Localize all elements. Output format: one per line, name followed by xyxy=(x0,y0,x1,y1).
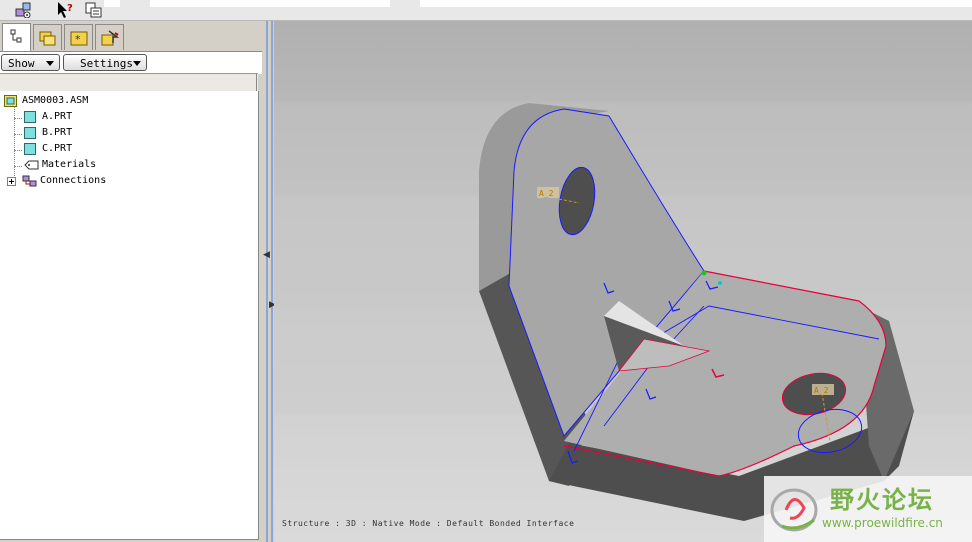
tree-item-label: Connections xyxy=(40,175,107,186)
favorites-icon: * xyxy=(70,31,88,46)
show-dropdown-button[interactable]: Show xyxy=(1,54,60,71)
svg-text:*: * xyxy=(75,33,81,46)
settings-dropdown-button[interactable]: Settings xyxy=(63,54,147,71)
tab-folder-browser[interactable] xyxy=(33,24,62,50)
folder-browser-icon xyxy=(39,31,56,46)
axis-label-2: A_2 xyxy=(814,386,829,395)
model-tree-settings-icon[interactable] xyxy=(84,1,102,18)
axis-label-1: A_2 xyxy=(539,189,554,198)
watermark-logo-icon xyxy=(770,488,818,532)
graphics-viewport[interactable]: A_2 A_2 Structure : 3D : Native Mode : D… xyxy=(274,21,972,542)
materials-tag-icon xyxy=(24,160,39,170)
splitter-line xyxy=(271,21,273,542)
toolbar-blank xyxy=(420,0,972,7)
tree-item-label: ASM0003.ASM xyxy=(22,95,89,106)
svg-text:?: ? xyxy=(67,3,73,14)
assembly-model-view[interactable]: A_2 A_2 xyxy=(274,21,972,542)
model-tree: ASM0003.ASM A.PRT B.PRT C.PRT Materials … xyxy=(0,91,259,540)
model-tree-icon xyxy=(10,29,22,43)
tree-connector xyxy=(14,166,22,167)
tree-column-header[interactable] xyxy=(0,73,258,92)
csys-axis xyxy=(718,281,722,285)
splitter-line xyxy=(266,21,268,542)
status-text: Structure : 3D : Native Mode : Default B… xyxy=(282,519,575,528)
watermark: 野火论坛 www.proewildfire.cn xyxy=(764,476,972,542)
navigator-panel: * Show Settings ASM0003.ASM A.PRT B.PRT … xyxy=(0,21,262,542)
collapse-left-icon[interactable]: ◀ xyxy=(263,250,270,260)
component-display-icon[interactable] xyxy=(14,1,32,18)
tree-item-label: B.PRT xyxy=(42,127,73,138)
tree-item-label: Materials xyxy=(42,159,97,170)
part-icon xyxy=(24,111,36,123)
tab-model-tree[interactable] xyxy=(2,23,31,51)
watermark-title: 野火论坛 xyxy=(830,486,934,514)
watermark-url: www.proewildfire.cn xyxy=(822,516,943,530)
tab-favorites[interactable]: * xyxy=(64,24,93,50)
column-separator[interactable] xyxy=(256,74,257,91)
chevron-down-icon xyxy=(133,61,141,66)
toolbar-blank xyxy=(150,0,390,7)
tree-item-label: A.PRT xyxy=(42,111,73,122)
connections-node-icon xyxy=(22,175,37,187)
context-help-icon[interactable]: ? xyxy=(56,1,74,18)
expand-icon[interactable] xyxy=(7,177,16,186)
assembly-icon xyxy=(4,95,17,107)
settings-label: Settings xyxy=(80,57,133,70)
chevron-down-icon xyxy=(46,61,54,66)
connections-icon xyxy=(101,30,119,46)
tree-connector xyxy=(14,118,22,119)
toolbar-blank xyxy=(104,0,120,7)
csys-origin xyxy=(701,270,707,276)
show-label: Show xyxy=(8,57,35,70)
main-toolbar: ? xyxy=(0,0,972,21)
tree-connector xyxy=(14,134,22,135)
part-icon xyxy=(24,143,36,155)
tree-item-label: C.PRT xyxy=(42,143,73,154)
tree-button-row: Show Settings xyxy=(0,51,262,74)
tree-connector xyxy=(14,150,22,151)
part-icon xyxy=(24,127,36,139)
tab-connections[interactable] xyxy=(95,24,124,50)
